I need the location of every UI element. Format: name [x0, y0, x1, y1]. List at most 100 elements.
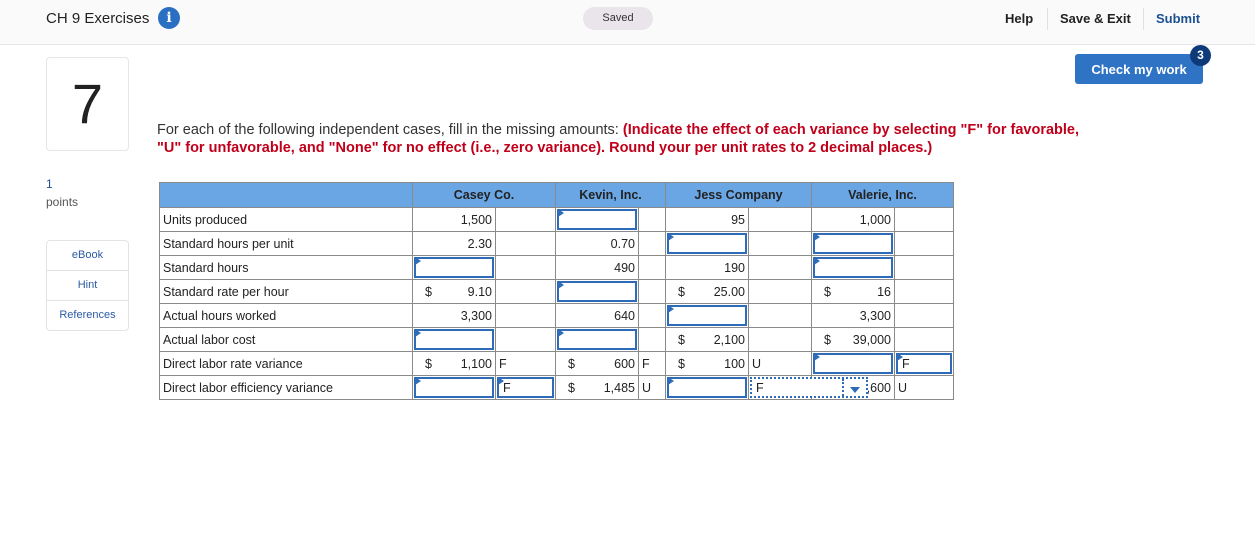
saved-status-badge: Saved — [583, 7, 653, 30]
effect-value — [639, 333, 642, 347]
effect-value — [496, 213, 499, 227]
submit-link[interactable]: Submit — [1156, 11, 1200, 26]
effect-cell[interactable]: F — [495, 375, 556, 400]
table-row: Standard hours per unit 2.30 0.70 — [159, 231, 954, 256]
amount-cell: 3,300 — [412, 303, 496, 328]
select-divider — [842, 379, 844, 396]
amount-value: 640 — [614, 308, 635, 323]
amount-input[interactable] — [667, 233, 747, 254]
amount-cell[interactable] — [811, 255, 895, 280]
chevron-down-icon[interactable] — [850, 387, 860, 393]
effect-value — [639, 237, 642, 251]
save-exit-link[interactable]: Save & Exit — [1060, 11, 1131, 26]
amount-cell[interactable] — [811, 351, 895, 376]
amount-input[interactable] — [414, 377, 494, 398]
currency-symbol: $ — [824, 284, 831, 299]
effect-input[interactable]: F — [497, 377, 554, 398]
effect-value — [496, 285, 499, 299]
effect-cell[interactable]: F — [748, 375, 868, 400]
currency-symbol: $ — [678, 356, 685, 371]
effect-value — [496, 333, 499, 347]
effect-cell — [495, 255, 556, 280]
amount-value: 25.00 — [713, 284, 745, 299]
effect-value — [496, 237, 499, 251]
amount-value: 3,300 — [859, 308, 891, 323]
effect-cell — [495, 279, 556, 304]
amount-cell: $100 — [665, 351, 749, 376]
effect-value — [496, 309, 499, 323]
currency-symbol: $ — [568, 380, 575, 395]
resources-panel: eBook Hint References — [46, 240, 129, 331]
amount-cell[interactable] — [555, 327, 639, 352]
effect-cell — [495, 303, 556, 328]
amount-input[interactable] — [813, 257, 893, 278]
effect-cell — [748, 207, 812, 232]
amount-cell[interactable] — [555, 279, 639, 304]
column-header: Casey Co. — [412, 182, 556, 208]
effect-value: F — [499, 356, 507, 371]
amount-cell[interactable] — [555, 207, 639, 232]
effect-value — [895, 237, 898, 251]
ebook-link[interactable]: eBook — [47, 241, 128, 271]
amount-cell: $1,485 — [555, 375, 639, 400]
amount-cell[interactable] — [811, 231, 895, 256]
amount-input[interactable] — [414, 329, 494, 350]
amount-input[interactable] — [557, 209, 637, 230]
amount-input[interactable] — [557, 329, 637, 350]
info-icon[interactable]: i — [158, 7, 180, 29]
hint-link[interactable]: Hint — [47, 271, 128, 301]
effect-cell — [638, 303, 666, 328]
amount-cell[interactable] — [665, 231, 749, 256]
effect-cell — [495, 231, 556, 256]
amount-value: 490 — [614, 260, 635, 275]
references-link[interactable]: References — [47, 301, 128, 330]
amount-value: 39,000 — [852, 332, 891, 347]
effect-value — [639, 285, 642, 299]
amount-input[interactable] — [813, 353, 893, 374]
amount-cell[interactable] — [412, 375, 496, 400]
check-my-work-button[interactable]: Check my work — [1075, 54, 1203, 84]
row-label: Standard hours per unit — [159, 231, 413, 256]
amount-value: 16 — [877, 284, 891, 299]
amount-value: 95 — [731, 212, 745, 227]
effect-value: U — [898, 380, 908, 395]
amount-input[interactable] — [414, 257, 494, 278]
table-row: Standard hours 490 190 — [159, 255, 954, 280]
effect-cell — [495, 207, 556, 232]
amount-cell: $16 — [811, 279, 895, 304]
effect-cell[interactable]: F — [894, 351, 954, 376]
effect-cell — [894, 231, 954, 256]
help-link[interactable]: Help — [1005, 11, 1033, 26]
effect-cell — [894, 207, 954, 232]
amount-cell[interactable] — [665, 375, 749, 400]
row-label: Direct labor rate variance — [159, 351, 413, 376]
effect-value — [895, 261, 898, 275]
effect-value — [895, 309, 898, 323]
effect-cell: F — [495, 351, 556, 376]
amount-cell[interactable] — [412, 327, 496, 352]
currency-symbol: $ — [678, 332, 685, 347]
effect-value — [895, 285, 898, 299]
amount-cell[interactable] — [665, 303, 749, 328]
amount-cell[interactable] — [412, 255, 496, 280]
effect-select[interactable]: F — [750, 377, 868, 398]
amount-value: 100 — [724, 356, 745, 371]
amount-input[interactable] — [667, 377, 747, 398]
nav-divider — [1047, 8, 1048, 30]
check-attempts-badge: 3 — [1190, 45, 1211, 66]
table-row: Actual hours worked 3,300 640 3,300 — [159, 303, 954, 328]
currency-symbol: $ — [568, 356, 575, 371]
amount-value: 1,100 — [460, 356, 492, 371]
amount-input[interactable] — [667, 305, 747, 326]
effect-cell — [894, 327, 954, 352]
effect-cell: F — [638, 351, 666, 376]
currency-symbol: $ — [425, 284, 432, 299]
top-bar: CH 9 Exercises i Saved Help Save & Exit … — [0, 0, 1255, 45]
amount-cell: $9.10 — [412, 279, 496, 304]
amount-input[interactable] — [813, 233, 893, 254]
amount-input[interactable] — [557, 281, 637, 302]
effect-cell — [748, 255, 812, 280]
row-label: Actual hours worked — [159, 303, 413, 328]
effect-value — [749, 261, 752, 275]
effect-input[interactable]: F — [896, 353, 952, 374]
